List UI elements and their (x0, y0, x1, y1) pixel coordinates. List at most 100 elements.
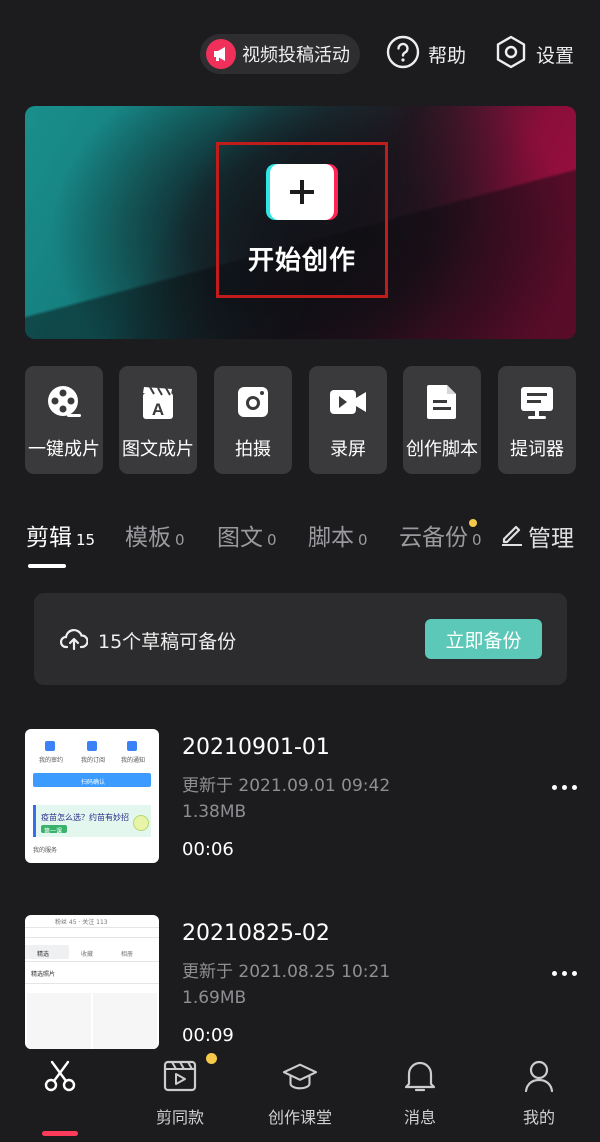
template-clapper-icon (162, 1058, 198, 1094)
divider (25, 937, 159, 938)
thumb-text: 我的通知 (121, 757, 146, 764)
thumb-text: 我的服务 (33, 847, 58, 854)
tab-count: 0 (472, 531, 482, 549)
tab-label: 图文 (217, 525, 263, 551)
notification-dot (206, 1053, 217, 1064)
tab-label: 模板 (125, 525, 171, 551)
draft-item[interactable]: 粉丝 45 · 关注 113 精选 收藏 相册 精选照片 20210825-02… (25, 915, 585, 1049)
camera-icon (233, 382, 273, 422)
active-tab-indicator (28, 564, 66, 568)
bottom-navigation: 剪同款 创作课堂 消息 我的 (0, 1050, 600, 1142)
cloud-upload-icon (59, 627, 89, 655)
edit-pencil-icon (500, 521, 524, 551)
nav-label: 创作课堂 (267, 1108, 332, 1127)
nav-label: 我的 (522, 1108, 555, 1127)
draft-title: 20210901-01 (182, 735, 330, 760)
nav-edit[interactable] (5, 1058, 115, 1104)
tab-templates[interactable]: 模板 0 (125, 518, 185, 552)
thumb-text: 第一课 (44, 828, 63, 835)
divider (25, 983, 159, 984)
help-label: 帮助 (428, 44, 467, 67)
bell-icon (402, 1058, 438, 1094)
video-contest-button[interactable]: 视频投稿活动 (200, 34, 360, 74)
thumb-text: 收藏 (81, 951, 94, 958)
draft-duration: 00:06 (182, 839, 234, 860)
app-icon (127, 741, 137, 751)
tab-count: 0 (358, 531, 368, 549)
thumb-text: 精选 (37, 951, 50, 958)
settings-button[interactable]: 设置 (494, 34, 574, 74)
more-options-icon[interactable] (552, 971, 577, 976)
active-nav-indicator (42, 1131, 78, 1136)
nav-label: 消息 (403, 1108, 436, 1127)
app-icon (87, 741, 97, 751)
hero-banner: 开始创作 (25, 106, 576, 339)
nav-messages[interactable]: 消息 (365, 1058, 475, 1128)
draft-title: 20210825-02 (182, 921, 330, 946)
screen-record-icon (328, 382, 368, 422)
thumb-text: 我的订阅 (81, 757, 106, 764)
video-contest-label: 视频投稿活动 (242, 45, 350, 66)
draft-item[interactable]: 我的审约 我的订阅 我的通知 扫码确认 疫苗怎么选？约苗有妙招 第一课 我的服务… (25, 729, 585, 863)
photo-placeholder (93, 993, 157, 1049)
draft-size: 1.69MB (182, 988, 247, 1008)
tab-label: 脚本 (308, 525, 354, 551)
tool-text-to-video[interactable]: A 图文成片 (119, 366, 197, 474)
nav-creator-class[interactable]: 创作课堂 (245, 1058, 355, 1128)
notification-dot (469, 519, 477, 527)
tab-count: 0 (175, 531, 185, 549)
graduation-cap-icon (282, 1058, 318, 1094)
manage-label: 管理 (528, 526, 574, 552)
thumb-text: 相册 (121, 951, 134, 958)
tab-count: 15 (76, 531, 96, 549)
svg-text:A: A (152, 400, 164, 419)
text-to-video-icon: A (138, 382, 178, 422)
thumb-text: 我的审约 (39, 757, 64, 764)
tab-label: 云备份 (399, 525, 468, 551)
draft-size: 1.38MB (182, 802, 247, 822)
tool-creation-script[interactable]: 创作脚本 (403, 366, 481, 474)
film-reel-icon (44, 382, 84, 422)
tool-label: 图文成片 (122, 439, 194, 460)
tool-label: 一键成片 (28, 439, 100, 460)
draft-duration: 00:09 (182, 1025, 234, 1046)
manage-button[interactable]: 管理 (500, 519, 574, 553)
tool-label: 提词器 (510, 439, 564, 460)
plus-icon (270, 163, 334, 220)
quick-tools: 一键成片 A 图文成片 拍摄 录屏 创作脚本 提词器 (25, 366, 576, 474)
divider (25, 961, 159, 962)
divider (25, 927, 159, 928)
tool-label: 录屏 (330, 439, 366, 460)
scissors-icon (42, 1058, 78, 1094)
thumb-text: 精选照片 (31, 971, 56, 978)
help-button[interactable]: 帮助 (386, 34, 466, 74)
top-bar: 视频投稿活动 帮助 设置 (0, 34, 600, 76)
tab-graphic-text[interactable]: 图文 0 (217, 518, 277, 552)
backup-now-button[interactable]: 立即备份 (425, 619, 542, 659)
backup-card: 15个草稿可备份 立即备份 (34, 593, 567, 685)
nav-profile[interactable]: 我的 (484, 1058, 594, 1128)
tool-screen-record[interactable]: 录屏 (309, 366, 387, 474)
tool-teleprompter[interactable]: 提词器 (498, 366, 576, 474)
more-options-icon[interactable] (552, 785, 577, 790)
teleprompter-icon (517, 382, 557, 422)
start-creating-button[interactable]: 开始创作 (216, 142, 388, 298)
profile-icon (521, 1058, 557, 1094)
megaphone-icon (206, 39, 236, 69)
tab-edit[interactable]: 剪辑 15 (26, 518, 95, 552)
draft-updated: 更新于 2021.09.01 09:42 (182, 776, 391, 796)
tool-camera[interactable]: 拍摄 (214, 366, 292, 474)
photo-placeholder (27, 993, 91, 1049)
nav-label: 剪同款 (155, 1108, 204, 1127)
script-document-icon (422, 382, 462, 422)
thumb-text: 疫苗怎么选？约苗有妙招 (41, 813, 129, 822)
start-creating-label: 开始创作 (247, 245, 356, 276)
tool-label: 拍摄 (235, 439, 271, 460)
nav-templates[interactable]: 剪同款 (125, 1058, 235, 1128)
draft-thumbnail: 我的审约 我的订阅 我的通知 扫码确认 疫苗怎么选？约苗有妙招 第一课 我的服务 (25, 729, 159, 863)
app-icon (45, 741, 55, 751)
draft-updated: 更新于 2021.08.25 10:21 (182, 962, 391, 982)
tool-one-click-video[interactable]: 一键成片 (25, 366, 103, 474)
tool-label: 创作脚本 (406, 439, 478, 460)
tab-scripts[interactable]: 脚本 0 (308, 518, 368, 552)
